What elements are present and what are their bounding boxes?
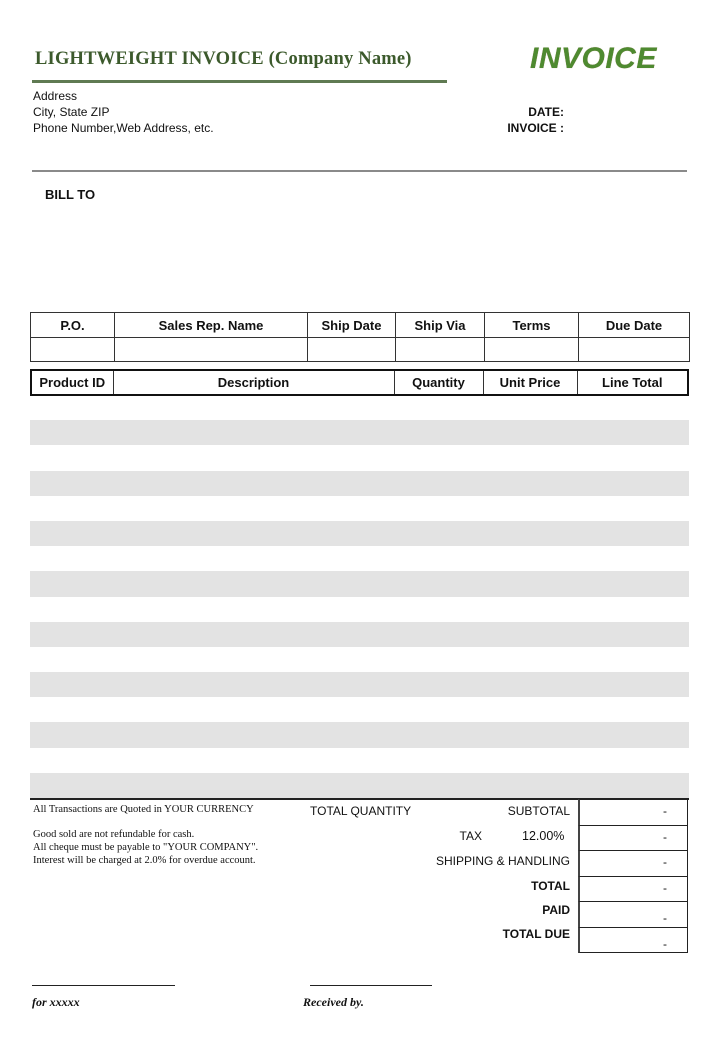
terms-note-1: Good sold are not refundable for cash. — [33, 829, 195, 840]
sales-rep-field[interactable] — [114, 337, 308, 362]
subtotal-label: SUBTOTAL — [507, 804, 570, 818]
line-items-header: Product ID Description Quantity Unit Pri… — [30, 369, 689, 396]
totals-box: - - - - - - — [578, 799, 688, 953]
ship-via-field[interactable] — [395, 337, 485, 362]
line-item-row[interactable] — [30, 748, 689, 773]
line-item-row[interactable] — [30, 470, 689, 496]
terms-header: Terms — [484, 312, 579, 338]
total-label: TOTAL — [531, 879, 570, 893]
signature-line-right — [310, 985, 432, 986]
shipping-value: - — [663, 855, 667, 869]
line-total-header: Line Total — [576, 369, 689, 396]
line-item-row[interactable] — [30, 520, 689, 547]
line-item-row[interactable] — [30, 496, 689, 521]
product-id-header: Product ID — [30, 369, 114, 396]
contact-line: Phone Number,Web Address, etc. — [33, 121, 214, 135]
line-item-row[interactable] — [30, 395, 689, 420]
total-quantity-label: TOTAL QUANTITY — [310, 804, 412, 818]
header-divider — [32, 170, 687, 172]
line-item-row[interactable] — [30, 571, 689, 597]
order-info-table: P.O. Sales Rep. Name Ship Date Ship Via … — [30, 312, 690, 362]
signature-label-left: for xxxxx — [32, 995, 80, 1009]
shipping-cell[interactable]: - — [578, 851, 688, 877]
address-line: Address — [33, 89, 78, 103]
total-due-value: - — [663, 936, 667, 951]
currency-note: All Transactions are Quoted in YOUR CURR… — [33, 804, 254, 815]
bill-to-label: BILL TO — [45, 187, 96, 202]
line-item-row[interactable] — [30, 722, 689, 748]
subtotal-cell: - — [578, 799, 688, 826]
due-date-field[interactable] — [578, 337, 690, 362]
line-item-row[interactable] — [30, 772, 689, 798]
total-value: - — [663, 880, 667, 895]
signature-label-right: Received by. — [303, 995, 364, 1009]
terms-field[interactable] — [484, 337, 579, 362]
line-item-row[interactable] — [30, 621, 689, 647]
order-info-header-row: P.O. Sales Rep. Name Ship Date Ship Via … — [30, 312, 690, 338]
line-item-row[interactable] — [30, 597, 689, 622]
title-divider — [32, 80, 447, 83]
line-items-header-row: Product ID Description Quantity Unit Pri… — [30, 369, 689, 396]
unit-price-header: Unit Price — [482, 369, 578, 396]
paid-cell[interactable]: - — [578, 902, 688, 928]
paid-label: PAID — [542, 903, 570, 917]
terms-note-2: All cheque must be payable to "YOUR COMP… — [33, 842, 259, 853]
date-label: DATE: — [528, 105, 564, 119]
ship-date-field[interactable] — [307, 337, 396, 362]
line-item-row[interactable] — [30, 697, 689, 722]
ship-date-header: Ship Date — [307, 312, 396, 338]
total-cell: - — [578, 876, 688, 902]
terms-note-3: Interest will be charged at 2.0% for ove… — [33, 855, 256, 866]
date-field[interactable] — [570, 105, 685, 119]
total-due-cell: - — [578, 927, 688, 953]
quantity-header: Quantity — [393, 369, 484, 396]
description-header: Description — [112, 369, 395, 396]
due-date-header: Due Date — [578, 312, 690, 338]
invoice-title: INVOICE — [530, 42, 657, 75]
invoice-number-label: INVOICE : — [507, 121, 564, 135]
invoice-number-field[interactable] — [570, 121, 685, 135]
tax-label: TAX — [459, 829, 482, 843]
line-item-row[interactable] — [30, 546, 689, 571]
paid-value: - — [663, 911, 667, 925]
line-item-row[interactable] — [30, 672, 689, 698]
line-items-body — [30, 395, 689, 798]
sales-rep-header: Sales Rep. Name — [114, 312, 308, 338]
ship-via-header: Ship Via — [395, 312, 485, 338]
order-info-value-row — [30, 337, 690, 362]
bill-to-field[interactable] — [45, 206, 445, 296]
total-due-label: TOTAL DUE — [502, 927, 570, 941]
po-field[interactable] — [30, 337, 115, 362]
po-header: P.O. — [30, 312, 115, 338]
subtotal-value: - — [663, 804, 667, 818]
tax-value: - — [663, 829, 667, 844]
shipping-label: SHIPPING & HANDLING — [435, 854, 570, 868]
signature-line-left — [32, 985, 175, 986]
tax-rate[interactable]: 12.00% — [522, 829, 564, 843]
company-title: LIGHTWEIGHT INVOICE (Company Name) — [35, 49, 412, 69]
line-item-row[interactable] — [30, 647, 689, 672]
line-item-row[interactable] — [30, 420, 689, 446]
city-state-zip-line: City, State ZIP — [33, 105, 110, 119]
line-item-row[interactable] — [30, 445, 689, 470]
tax-cell: - — [578, 825, 688, 851]
